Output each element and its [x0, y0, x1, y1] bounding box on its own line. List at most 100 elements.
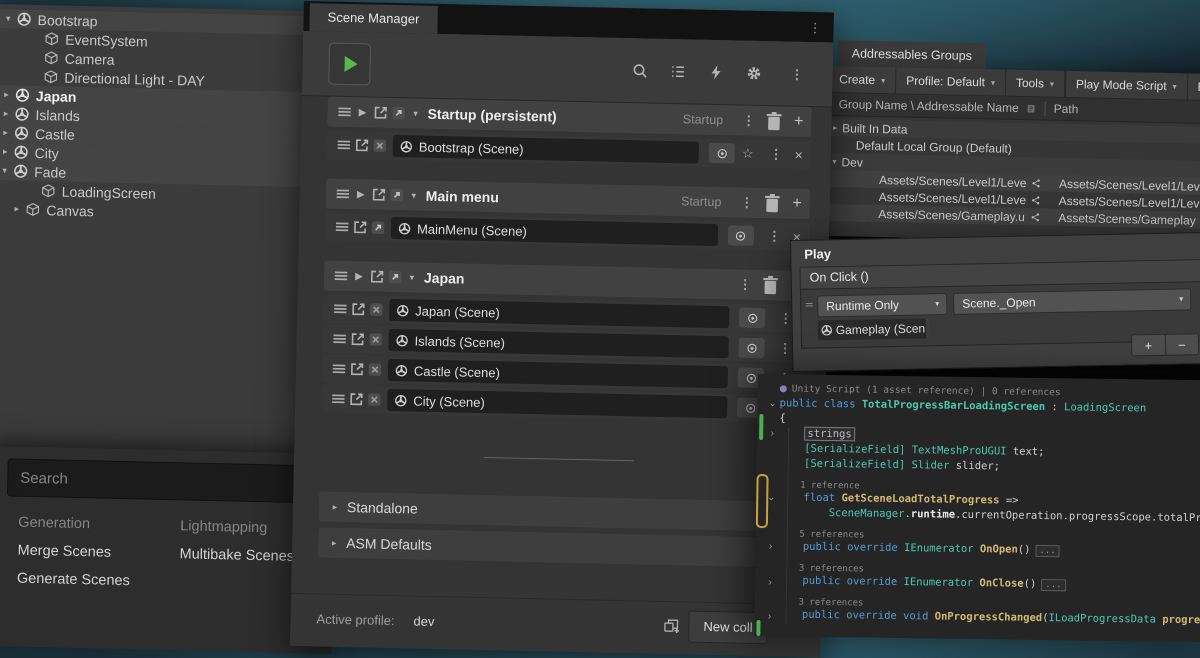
- toolbar-kebab-icon[interactable]: ⋮: [790, 66, 803, 82]
- scene-kebab-icon[interactable]: ⋮: [779, 310, 792, 326]
- scene-kebab-icon[interactable]: ⋮: [778, 340, 791, 356]
- unload-scene-icon[interactable]: [367, 300, 385, 318]
- open-scene-icon[interactable]: [351, 218, 369, 236]
- scene-kebab-icon[interactable]: ⋮: [769, 146, 782, 162]
- gear-icon[interactable]: [745, 65, 762, 82]
- play-button[interactable]: [328, 43, 371, 86]
- object-picker-icon[interactable]: [925, 318, 930, 338]
- list-view-icon[interactable]: [669, 63, 686, 80]
- collection-kebab-icon[interactable]: ⋮: [738, 277, 751, 293]
- event-function-dropdown[interactable]: Scene._Open▾: [953, 288, 1191, 315]
- remove-event-button[interactable]: −: [1164, 334, 1198, 355]
- column-group-name[interactable]: Group Name \ Addressable Name: [839, 97, 1019, 115]
- expander-closed-icon[interactable]: ▸: [0, 146, 13, 157]
- event-target-object-field[interactable]: Gameplay (Scen: [818, 318, 930, 340]
- open-additive-icon[interactable]: [388, 186, 406, 204]
- expander-open-icon[interactable]: ▾: [0, 165, 12, 176]
- search-field[interactable]: [7, 458, 306, 503]
- tab-scene-manager[interactable]: Scene Manager: [309, 3, 437, 34]
- active-profile-value[interactable]: dev: [413, 614, 434, 629]
- section-expander-icon[interactable]: ▸: [326, 537, 342, 548]
- expander-open-icon[interactable]: ▾: [1, 13, 16, 24]
- play-collection-icon[interactable]: ▶: [352, 189, 370, 200]
- event-mode-dropdown[interactable]: Runtime Only▾: [817, 293, 947, 317]
- scene-object-field[interactable]: Japan (Scene): [389, 299, 729, 328]
- section-expander-icon[interactable]: ▸: [327, 501, 343, 512]
- scene-object-field[interactable]: MainMenu (Scene): [391, 217, 718, 246]
- scene-picker-button[interactable]: [709, 143, 735, 164]
- new-collection-icon[interactable]: [662, 617, 680, 635]
- search-input[interactable]: [8, 459, 305, 502]
- open-collection-icon[interactable]: [371, 104, 389, 122]
- scene-row-mainmenu[interactable]: MainMenu (Scene) ⋮ ×: [325, 213, 809, 252]
- menu-item-multibake-scenes[interactable]: Multibake Scenes: [179, 546, 294, 565]
- scene-picker-button[interactable]: [739, 308, 765, 329]
- menu-item-generate-scenes[interactable]: Generate Scenes: [17, 571, 130, 590]
- unload-scene-icon[interactable]: [371, 136, 389, 154]
- tab-addressables-groups[interactable]: Addressables Groups: [837, 40, 986, 69]
- add-event-button[interactable]: +: [1132, 335, 1165, 356]
- fold-open-icon[interactable]: ⌄: [765, 492, 777, 504]
- collection-expander-icon[interactable]: ▾: [406, 190, 422, 201]
- scene-picker-button[interactable]: [728, 225, 754, 246]
- create-button[interactable]: Create▾: [829, 66, 897, 93]
- section-asm-defaults[interactable]: ▸ ASM Defaults: [318, 527, 803, 568]
- open-scene-icon[interactable]: [348, 330, 366, 348]
- tab-menu-kebab-icon[interactable]: ⋮: [808, 20, 821, 42]
- drag-handle-icon[interactable]: [330, 330, 348, 348]
- scene-object-field[interactable]: Bootstrap (Scene): [393, 135, 700, 164]
- unload-scene-icon[interactable]: [365, 390, 383, 408]
- drag-handle-icon[interactable]: [332, 267, 350, 285]
- fold-open-icon[interactable]: ⌄: [766, 398, 778, 410]
- add-scene-icon[interactable]: +: [794, 113, 804, 131]
- column-options-icon[interactable]: [1026, 103, 1037, 114]
- unload-scene-icon[interactable]: [366, 330, 384, 348]
- unload-scene-icon[interactable]: [366, 360, 384, 378]
- open-scene-icon[interactable]: [347, 390, 365, 408]
- trash-icon[interactable]: [760, 192, 783, 215]
- fold-closed-icon[interactable]: ›: [764, 577, 776, 589]
- profile-button[interactable]: Profile: Default▾: [896, 67, 1006, 95]
- menu-item-merge-scenes[interactable]: Merge Scenes: [17, 543, 111, 561]
- play-mode-script-button[interactable]: Play Mode Script▾: [1065, 71, 1188, 100]
- trash-icon[interactable]: [762, 110, 785, 133]
- lightning-icon[interactable]: [707, 64, 724, 81]
- drag-handle-icon[interactable]: [335, 136, 353, 154]
- drag-handle-icon[interactable]: [329, 390, 347, 408]
- drag-handle-icon[interactable]: [330, 360, 348, 378]
- remove-scene-icon[interactable]: ×: [794, 147, 803, 163]
- scene-kebab-icon[interactable]: ⋮: [768, 228, 781, 244]
- expander-closed-icon[interactable]: ▸: [0, 89, 14, 100]
- expander-closed-icon[interactable]: ▸: [9, 203, 24, 214]
- fold-closed-icon[interactable]: ›: [764, 541, 776, 553]
- scene-object-field[interactable]: Islands (Scene): [388, 329, 728, 358]
- search-icon[interactable]: [631, 62, 648, 79]
- scene-object-field[interactable]: City (Scene): [387, 389, 727, 418]
- play-collection-icon[interactable]: ▶: [350, 271, 368, 282]
- fold-closed-icon[interactable]: ›: [766, 428, 778, 440]
- open-scene-icon[interactable]: [348, 360, 366, 378]
- column-path[interactable]: Path: [1054, 102, 1079, 117]
- favorite-star-icon[interactable]: ☆: [742, 146, 754, 162]
- scene-object-field[interactable]: Castle (Scene): [388, 359, 728, 388]
- open-additive-icon[interactable]: [389, 104, 407, 122]
- tools-button[interactable]: Tools▾: [1006, 70, 1066, 97]
- collection-header[interactable]: ▶ ▾ Japan ⋮ +: [324, 261, 809, 302]
- collection-expander-icon[interactable]: ▾: [407, 108, 423, 119]
- collection-kebab-icon[interactable]: ⋮: [740, 195, 753, 211]
- add-scene-icon[interactable]: +: [792, 195, 802, 213]
- collection-header[interactable]: ▶ ▾ Main menu Startup ⋮ +: [325, 179, 810, 220]
- collection-kebab-icon[interactable]: ⋮: [742, 113, 755, 129]
- scene-picker-button[interactable]: [738, 338, 764, 359]
- trash-icon[interactable]: [758, 273, 781, 296]
- drag-handle-icon[interactable]: [335, 103, 353, 121]
- build-button[interactable]: Build▾: [1187, 74, 1200, 101]
- open-scene-icon[interactable]: [349, 300, 367, 318]
- play-collection-icon[interactable]: ▶: [353, 107, 371, 118]
- drag-handle-icon[interactable]: [331, 300, 349, 318]
- open-additive-icon[interactable]: [369, 218, 387, 236]
- fold-closed-icon[interactable]: ›: [764, 611, 776, 623]
- expander-closed-icon[interactable]: ▸: [0, 127, 13, 138]
- drag-handle-icon[interactable]: [334, 185, 352, 203]
- scene-row-bootstrap[interactable]: Bootstrap (Scene) ☆ ⋮ ×: [327, 131, 811, 170]
